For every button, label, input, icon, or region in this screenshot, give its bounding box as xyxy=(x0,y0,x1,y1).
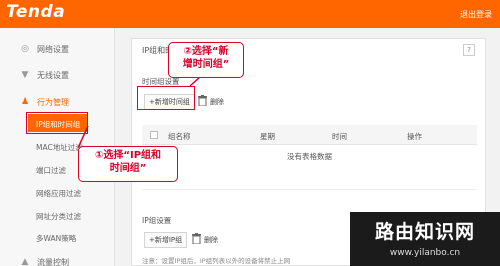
sidebar-subitem-label: 网络应用过滤 xyxy=(36,189,81,198)
delete-label: 删除 xyxy=(210,98,224,106)
wifi-icon: ▼ xyxy=(21,70,29,80)
ip-group-note: 注意：设置IP组后，IP组列表以外的设备将禁止上网 xyxy=(142,257,291,265)
sidebar-item-traffic-control[interactable]: ▲ 流量控制 xyxy=(0,251,115,266)
empty-table-message: 没有表格数据 xyxy=(287,152,332,161)
sidebar-item-network[interactable]: ◎ 网络设置 xyxy=(0,38,115,60)
sidebar-subitem-multi-wan[interactable]: 多WAN策略 xyxy=(0,228,115,246)
sidebar-item-label: 行为管理 xyxy=(37,98,69,107)
callout-step1: ①选择“IP组和 时间组” xyxy=(78,146,178,182)
sidebar-item-label: 流量控制 xyxy=(37,258,69,266)
logout-link[interactable]: 退出登录 xyxy=(460,9,492,20)
column-header-action: 操作 xyxy=(407,132,422,141)
sidebar-subitem-label: MAC地址过滤 xyxy=(36,143,83,152)
user-icon: ♟ xyxy=(20,97,30,107)
sidebar-item-wireless[interactable]: ▼ 无线设置 xyxy=(0,64,115,86)
trash-icon xyxy=(192,233,201,244)
column-header-name: 组名称 xyxy=(168,132,191,141)
help-button[interactable]: ? xyxy=(463,44,475,56)
highlight-add-time-group xyxy=(137,86,195,110)
select-all-checkbox[interactable] xyxy=(150,131,158,139)
sidebar-item-label: 网络设置 xyxy=(37,45,69,54)
sidebar-subitem-label: 端口过滤 xyxy=(36,166,66,175)
watermark: 路由知识网 www.yilanbo.cn xyxy=(350,212,500,266)
column-header-time: 时间 xyxy=(332,132,347,141)
highlight-ip-time-group xyxy=(26,112,88,134)
page-root: Tenda 退出登录 ◎ 网络设置 ▼ 无线设置 ♟ 行为管理 IP组和时间组 … xyxy=(0,0,500,266)
tenda-logo: Tenda xyxy=(6,2,66,22)
trash-icon xyxy=(198,95,207,106)
delete-label: 删除 xyxy=(204,236,218,244)
top-bar: Tenda 退出登录 xyxy=(0,0,500,28)
watermark-title: 路由知识网 xyxy=(374,221,475,243)
column-header-week: 星期 xyxy=(260,132,275,141)
delete-ip-group-button[interactable]: 删除 xyxy=(192,232,218,248)
sidebar-subitem-label: 网址分类过滤 xyxy=(36,212,81,221)
delete-time-group-button[interactable]: 删除 xyxy=(198,94,224,110)
callout-step2: ②选择“新 增时间组” xyxy=(168,42,244,78)
chart-icon: ▲ xyxy=(21,257,29,266)
sidebar-subitem-url-filter[interactable]: 网址分类过滤 xyxy=(0,206,115,224)
sidebar-item-behavior[interactable]: ♟ 行为管理 xyxy=(0,91,115,113)
time-group-table-header: 组名称 星期 时间 操作 xyxy=(142,125,477,145)
divider xyxy=(142,189,477,190)
add-ip-group-button[interactable]: +新增IP组 xyxy=(144,232,188,248)
ip-group-section-title: IP组设置 xyxy=(142,216,172,225)
globe-icon: ◎ xyxy=(21,44,29,54)
watermark-url: www.yilanbo.cn xyxy=(389,248,461,258)
sidebar-subitem-label: 多WAN策略 xyxy=(36,234,77,243)
sidebar-item-label: 无线设置 xyxy=(37,71,69,80)
sidebar-subitem-app-filter[interactable]: 网络应用过滤 xyxy=(0,183,115,201)
